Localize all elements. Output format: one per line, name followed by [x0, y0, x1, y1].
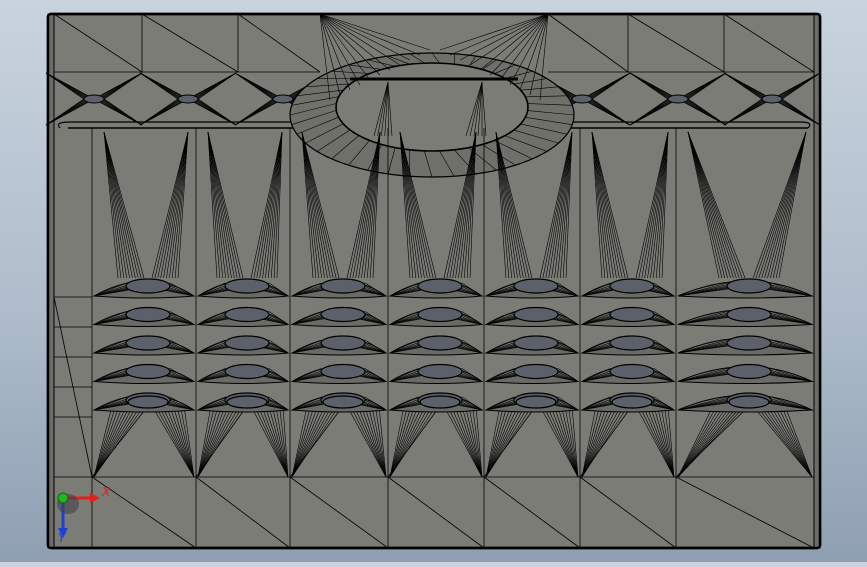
reference-triad: X Y: [44, 478, 124, 548]
pocket-bottom-cavity: [516, 396, 556, 408]
pocket-cavity: [321, 365, 365, 379]
x-axis-label: X: [102, 486, 110, 498]
oval-slot: [336, 63, 528, 151]
pocket-cavity: [418, 365, 462, 379]
pocket-cavity: [225, 336, 269, 350]
pocket-cavity: [126, 365, 170, 379]
pocket-cavity: [727, 365, 771, 379]
graphics-viewport[interactable]: [0, 0, 867, 562]
pocket-cavity: [514, 279, 558, 293]
pocket-cavity: [727, 279, 771, 293]
pocket-cavity: [418, 279, 462, 293]
pocket-cavity: [418, 308, 462, 322]
pocket-cavity: [321, 279, 365, 293]
diamond-hole: [178, 95, 198, 103]
pocket-cavity: [225, 365, 269, 379]
part-body[interactable]: [46, 14, 820, 548]
pocket-cavity: [610, 365, 654, 379]
pocket-bottom-cavity: [323, 396, 363, 408]
y-axis-label: Y: [58, 532, 65, 544]
pocket-bottom-cavity: [612, 396, 652, 408]
pocket-cavity: [514, 336, 558, 350]
pocket-cavity: [727, 308, 771, 322]
pocket-cavity: [514, 365, 558, 379]
diamond-hole: [762, 95, 782, 103]
pocket-bottom-cavity: [227, 396, 267, 408]
pocket-bottom-cavity: [420, 396, 460, 408]
pocket-bottom-cavity: [128, 396, 168, 408]
diamond-hole: [572, 95, 592, 103]
pocket-cavity: [727, 336, 771, 350]
pocket-cavity: [610, 279, 654, 293]
diamond-hole: [84, 95, 104, 103]
pocket-cavity: [225, 308, 269, 322]
pocket-cavity: [126, 336, 170, 350]
pocket-bottom-cavity: [729, 396, 769, 408]
diamond-hole: [273, 95, 293, 103]
z-axis-origin-icon: [58, 493, 68, 503]
pocket-cavity: [126, 308, 170, 322]
pocket-cavity: [126, 279, 170, 293]
pocket-cavity: [321, 308, 365, 322]
pocket-cavity: [225, 279, 269, 293]
triad-graphic: [44, 478, 124, 548]
pocket-cavity: [418, 336, 462, 350]
pocket-cavity: [610, 336, 654, 350]
cad-model-view[interactable]: [0, 0, 867, 562]
x-axis-arrow-icon: [90, 493, 100, 503]
pocket-cavity: [610, 308, 654, 322]
pocket-cavity: [514, 308, 558, 322]
diamond-hole: [668, 95, 688, 103]
pocket-cavity: [321, 336, 365, 350]
